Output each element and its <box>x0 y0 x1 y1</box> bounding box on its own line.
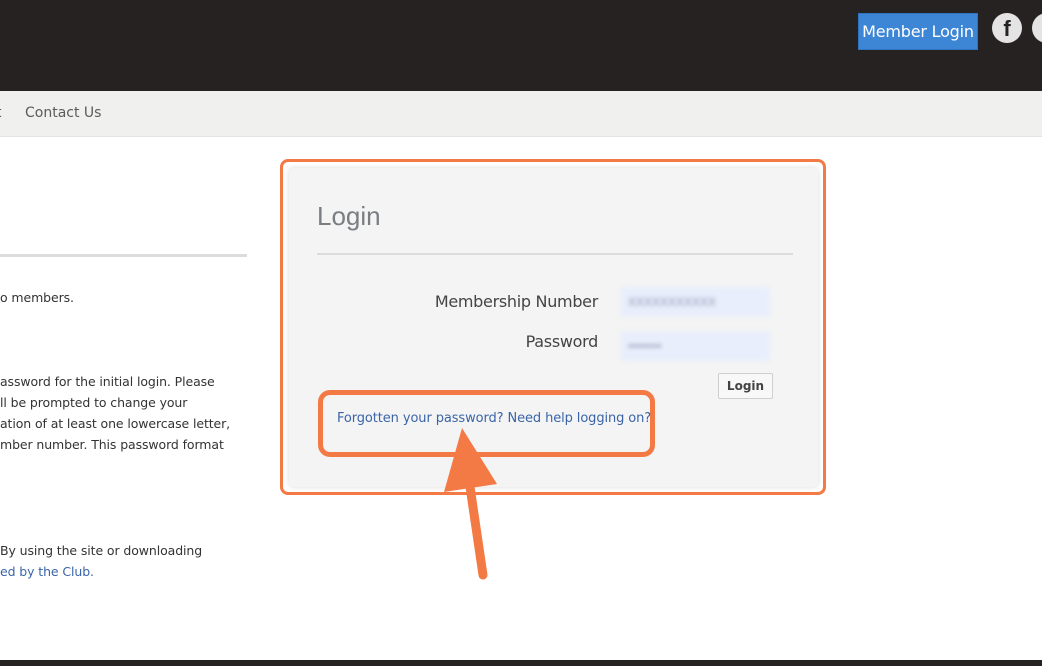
footer-bar <box>0 660 1042 666</box>
nav-item-contact-us[interactable]: Contact Us <box>25 105 101 121</box>
password-label: Password <box>525 332 599 351</box>
site-header: Member Login f t <box>0 0 1042 91</box>
login-button[interactable]: Login <box>718 373 773 399</box>
terms-text-line: By using the site or downloading <box>0 543 203 558</box>
instructions-line: assword for the initial login. Please <box>0 374 215 389</box>
login-divider <box>317 253 793 255</box>
membership-number-label: Membership Number <box>434 292 598 311</box>
login-title: Login <box>317 201 381 231</box>
instructions-line: ll be prompted to change your <box>0 395 188 410</box>
forgot-password-link[interactable]: Forgotten your password? Need help loggi… <box>337 411 651 426</box>
facebook-icon[interactable]: f <box>992 13 1022 43</box>
content-divider <box>0 254 247 257</box>
nav-item-partial[interactable]: t <box>0 105 2 121</box>
member-login-button[interactable]: Member Login <box>858 13 978 50</box>
intro-text-line: o members. <box>0 290 74 305</box>
terms-link[interactable]: ed by the Club. <box>0 564 94 579</box>
password-input[interactable] <box>620 331 770 361</box>
main-navigation: t Contact Us <box>0 91 1042 137</box>
instructions-line: mber number. This password format <box>0 437 224 452</box>
membership-number-input[interactable] <box>620 287 770 317</box>
instructions-line: ation of at least one lowercase letter, <box>0 416 231 431</box>
twitter-icon[interactable]: t <box>1032 13 1042 43</box>
